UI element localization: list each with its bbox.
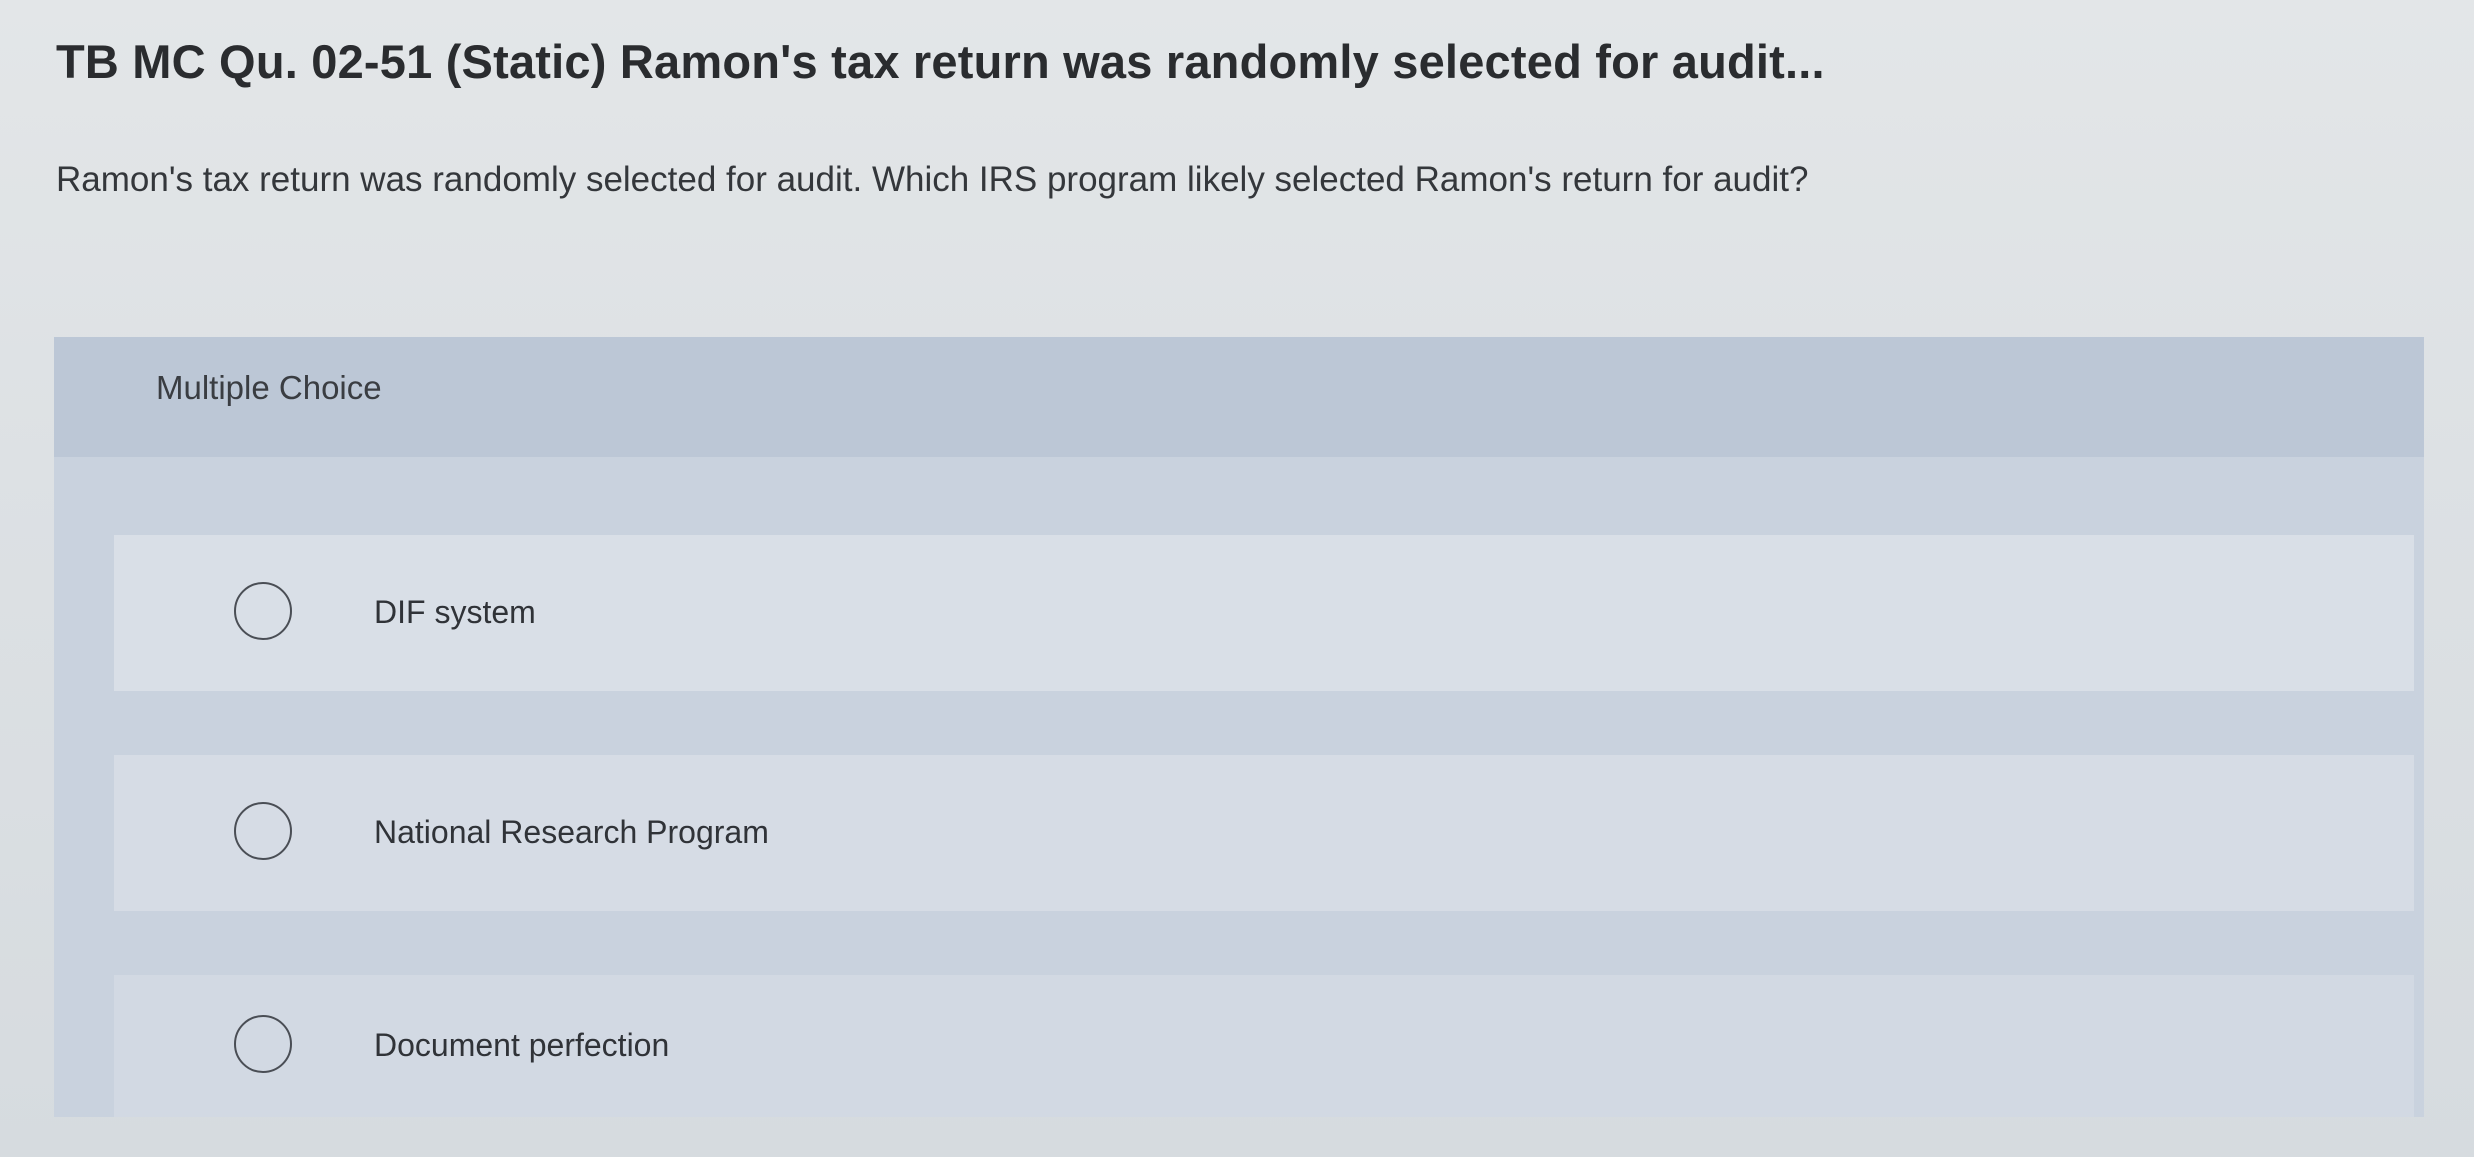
multiple-choice-label: Multiple Choice [156,369,382,406]
multiple-choice-header: Multiple Choice [54,337,2424,457]
radio-button[interactable] [234,802,292,860]
question-page: TB MC Qu. 02-51 (Static) Ramon's tax ret… [0,0,2474,1157]
multiple-choice-panel: Multiple Choice DIF system National Rese… [54,337,2424,1117]
choice-option-national-research-program[interactable]: National Research Program [114,755,2414,911]
question-prompt: Ramon's tax return was randomly selected… [56,160,1809,199]
choice-option-document-perfection[interactable]: Document perfection [114,975,2414,1117]
radio-button[interactable] [234,1015,292,1073]
question-title: TB MC Qu. 02-51 (Static) Ramon's tax ret… [56,35,1825,88]
choice-option-dif-system[interactable]: DIF system [114,535,2414,691]
choice-option-label: National Research Program [374,813,769,850]
choice-option-label: DIF system [374,593,536,630]
radio-button[interactable] [234,582,292,640]
choice-option-label: Document perfection [374,1026,670,1063]
